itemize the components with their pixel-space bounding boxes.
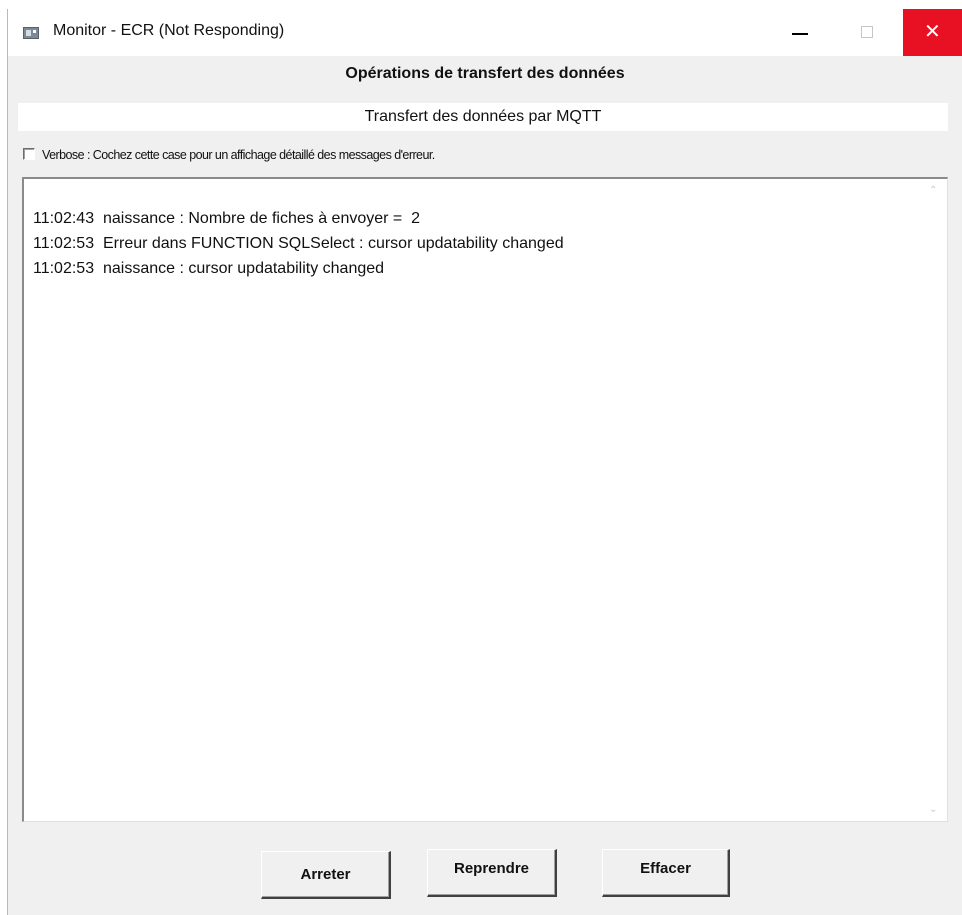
resume-button-label: Reprendre (453, 860, 530, 877)
log-line: 11:02:53 naissance : cursor updatability… (33, 260, 385, 277)
window-title: Monitor - ECR (Not Responding) (53, 22, 285, 39)
minimize-icon (792, 33, 808, 35)
app-icon (23, 27, 39, 39)
log-line: 11:02:53 Erreur dans FUNCTION SQLSelect … (33, 235, 564, 252)
scroll-down-arrow-icon[interactable]: ⌄ (929, 804, 937, 815)
log-line: 11:02:43 naissance : Nombre de fiches à … (33, 210, 421, 227)
resume-button[interactable]: Reprendre (427, 849, 557, 897)
log-lines: 11:02:43 naissance : Nombre de fiches à … (33, 206, 913, 281)
page-title: Opérations de transfert des données (345, 65, 625, 82)
close-icon: ✕ (924, 19, 941, 43)
maximize-icon (861, 26, 873, 38)
close-button[interactable]: ✕ (903, 9, 962, 56)
monitor-window: Monitor - ECR (Not Responding) ✕ Opérati… (7, 9, 962, 915)
stop-button-label: Arreter (300, 866, 351, 883)
verbose-checkbox[interactable] (23, 148, 35, 160)
vertical-scrollbar[interactable]: ⌃ ⌄ (925, 179, 947, 821)
clear-button[interactable]: Effacer (602, 849, 730, 897)
verbose-label: Verbose : Cochez cette case pour un affi… (42, 148, 435, 162)
stop-button[interactable]: Arreter (261, 851, 391, 899)
scroll-up-arrow-icon[interactable]: ⌃ (929, 185, 937, 196)
title-bar[interactable]: Monitor - ECR (Not Responding) ✕ (8, 9, 962, 56)
button-bar: Arreter Reprendre Effacer (8, 837, 962, 899)
transfer-mode-label: Transfert des données par MQTT (18, 103, 948, 131)
log-textarea[interactable]: 11:02:43 naissance : Nombre de fiches à … (22, 177, 948, 822)
minimize-button[interactable] (778, 9, 826, 56)
maximize-button[interactable] (850, 9, 898, 56)
clear-button-label: Effacer (640, 860, 691, 877)
